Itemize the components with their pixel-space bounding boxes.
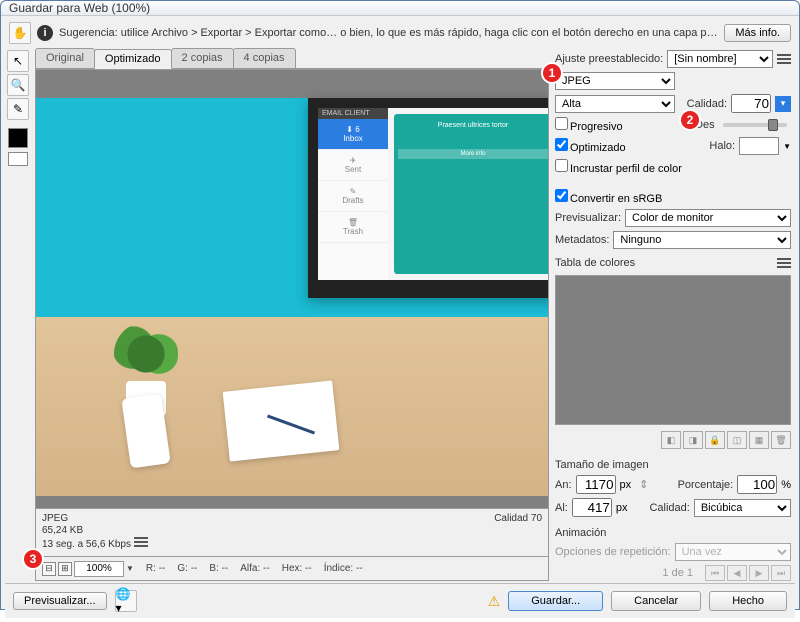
preview-info-strip: JPEG 65,24 KB 13 seg. a 56,6 Kbps Calida… <box>36 508 548 556</box>
tab-optimizado[interactable]: Optimizado <box>94 49 172 69</box>
badge-1: 1 <box>541 62 563 84</box>
badge-2: 2 <box>679 109 701 131</box>
bandwidth-menu-icon[interactable] <box>134 537 148 547</box>
quality-input[interactable] <box>731 94 771 113</box>
preset-select[interactable]: [Sin nombre] <box>667 50 773 68</box>
bottom-bar: Previsualizar... 🌐▾ ⚠ Guardar... Cancela… <box>5 583 795 618</box>
quality-dropdown-icon[interactable]: ▾ <box>775 96 791 112</box>
status-g: G: -- <box>177 563 197 574</box>
settings-panel: Ajuste preestablecido: [Sin nombre] JPEG… <box>553 48 795 581</box>
status-r: R: -- <box>146 563 165 574</box>
mockup-card: Praesent ultrices tortor More info <box>394 114 549 274</box>
info-time: 13 seg. a 56,6 Kbps <box>42 539 131 550</box>
quality-label: Calidad: <box>687 98 727 110</box>
optimizado-checkbox[interactable] <box>555 138 568 151</box>
format-select[interactable]: JPEG <box>555 72 675 90</box>
halo-input[interactable] <box>739 137 779 155</box>
ct-btn-1[interactable]: ◧ <box>661 431 681 449</box>
resample-select[interactable]: Bicúbica <box>694 499 791 517</box>
save-button[interactable]: Guardar... <box>508 591 603 611</box>
ct-lock-icon[interactable]: 🔒 <box>705 431 725 449</box>
animation-label: Animación <box>555 527 606 539</box>
anim-first-icon: ⏮ <box>705 565 725 581</box>
pointer-tool-icon[interactable]: ↖ <box>7 50 29 72</box>
ct-trash-icon[interactable]: 🗑 <box>771 431 791 449</box>
ct-btn-4[interactable]: ◫ <box>727 431 747 449</box>
anim-prev-icon: ◀ <box>727 565 747 581</box>
zoom-in-icon[interactable]: ⊞ <box>58 562 72 576</box>
titlebar[interactable]: Guardar para Web (100%) <box>1 1 799 16</box>
status-bar: ⊟ ⊞ ▼ R: -- G: -- B: -- Alfa: -- Hex: --… <box>35 557 549 581</box>
progresivo-checkbox[interactable] <box>555 117 568 130</box>
tab-2copias[interactable]: 2 copias <box>171 48 234 68</box>
loop-select: Una vez <box>675 543 791 561</box>
window-title: Guardar para Web (100%) <box>9 1 150 15</box>
color-table <box>555 275 791 425</box>
progresivo-row[interactable]: Progresivo <box>555 117 623 133</box>
optimizado-row[interactable]: Optimizado <box>555 138 626 154</box>
preset-label: Ajuste preestablecido: <box>555 53 663 65</box>
status-hex: Hex: -- <box>282 563 312 574</box>
info-format: JPEG <box>42 513 148 524</box>
done-button[interactable]: Hecho <box>709 591 787 611</box>
mockup-header: EMAIL CLIENT <box>318 108 388 119</box>
anim-next-icon: ▶ <box>749 565 769 581</box>
status-b: B: -- <box>209 563 228 574</box>
color-table-menu-icon[interactable] <box>777 258 791 268</box>
cancel-button[interactable]: Cancelar <box>611 591 701 611</box>
badge-3: 3 <box>22 548 44 570</box>
incrustar-checkbox[interactable] <box>555 159 568 172</box>
preview-tabs: Original Optimizado 2 copias 4 copias <box>35 48 549 69</box>
mockup-trash: 🗑Trash <box>318 212 388 243</box>
info-quality: Calidad 70 <box>494 513 542 524</box>
eyedropper-tool-icon[interactable]: ✎ <box>7 98 29 120</box>
zoom-input[interactable] <box>74 561 124 577</box>
tab-4copias[interactable]: 4 copias <box>233 48 296 68</box>
tab-original[interactable]: Original <box>35 48 95 68</box>
metadata-select[interactable]: Ninguno <box>613 231 791 249</box>
height-input[interactable] <box>572 498 612 517</box>
preview-image: EMAIL CLIENT ⬇ 6 Inbox ✈Sent ✎Drafts 🗑Tr… <box>36 98 548 496</box>
more-info-button[interactable]: Más info. <box>724 24 791 42</box>
color-table-label: Tabla de colores <box>555 257 635 269</box>
incrustar-row[interactable]: Incrustar perfil de color <box>555 159 682 175</box>
save-for-web-dialog: Guardar para Web (100%) ✋ i Sugerencia: … <box>0 0 800 610</box>
hint-bar: ✋ i Sugerencia: utilice Archivo > Export… <box>5 20 795 46</box>
tool-column: ↖ 🔍 ✎ <box>5 48 31 581</box>
width-input[interactable] <box>576 475 616 494</box>
preview-button[interactable]: Previsualizar... <box>13 592 107 610</box>
anim-page: 1 de 1 <box>662 567 693 579</box>
ct-btn-2[interactable]: ◨ <box>683 431 703 449</box>
convertir-row[interactable]: Convertir en sRGB <box>555 189 662 205</box>
preview-color-select[interactable]: Color de monitor <box>625 209 791 227</box>
slice-visibility-icon[interactable] <box>8 152 28 166</box>
hand-tool-icon[interactable]: ✋ <box>9 22 31 44</box>
info-icon: i <box>37 25 53 41</box>
mockup-sent: ✈Sent <box>318 150 388 181</box>
image-size-label: Tamaño de imagen <box>555 459 649 471</box>
convertir-checkbox[interactable] <box>555 189 568 202</box>
warning-icon: ⚠ <box>488 593 501 610</box>
mockup-inbox: ⬇ 6 Inbox <box>318 119 388 150</box>
anim-last-icon: ⏭ <box>771 565 791 581</box>
browser-preview-icon[interactable]: 🌐▾ <box>115 590 137 612</box>
info-size: 65,24 KB <box>42 525 148 536</box>
status-indice: Índice: -- <box>324 563 363 574</box>
zoom-tool-icon[interactable]: 🔍 <box>7 74 29 96</box>
link-icon[interactable]: ⇕ <box>639 478 648 491</box>
blur-slider[interactable] <box>723 123 787 127</box>
mockup-drafts: ✎Drafts <box>318 181 388 212</box>
ct-new-icon[interactable]: ▦ <box>749 431 769 449</box>
preset-menu-icon[interactable] <box>777 54 791 64</box>
status-alfa: Alfa: -- <box>240 563 269 574</box>
quality-preset-select[interactable]: Alta <box>555 95 675 113</box>
zoom-out-icon[interactable]: ⊟ <box>42 562 56 576</box>
hint-text: Sugerencia: utilice Archivo > Exportar >… <box>59 27 718 39</box>
preview-area[interactable]: EMAIL CLIENT ⬇ 6 Inbox ✈Sent ✎Drafts 🗑Tr… <box>35 69 549 557</box>
percent-input[interactable] <box>737 475 777 494</box>
foreground-swatch[interactable] <box>8 128 28 148</box>
